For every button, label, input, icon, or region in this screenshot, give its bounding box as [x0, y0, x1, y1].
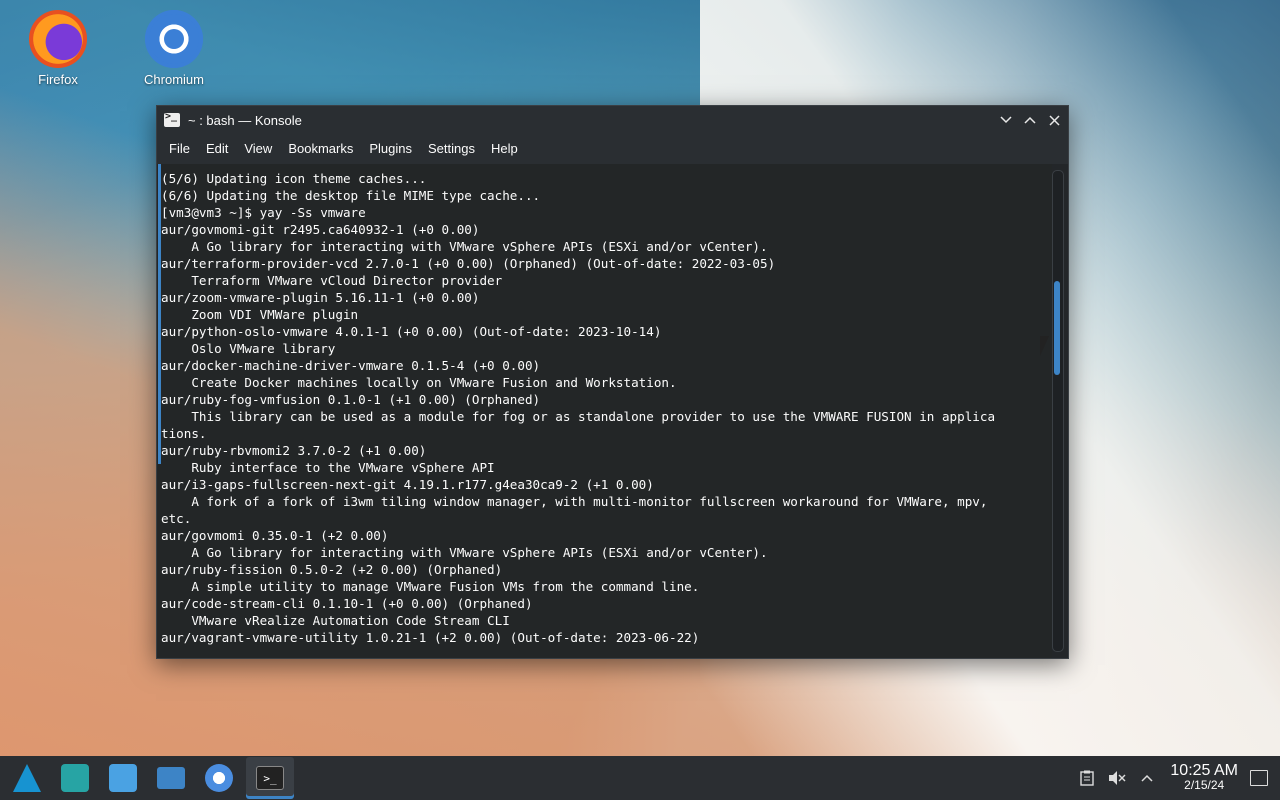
- terminal-line: [vm3@vm3 ~]$ yay -Ss vmware: [161, 205, 366, 220]
- task-file-manager[interactable]: [150, 757, 192, 799]
- menu-plugins[interactable]: Plugins: [361, 134, 420, 164]
- terminal-line: A fork of a fork of i3wm tiling window m…: [191, 494, 988, 509]
- menu-file[interactable]: File: [161, 134, 198, 164]
- terminal-line: (5/6) Updating icon theme caches...: [161, 171, 427, 186]
- terminal-line: tions.: [161, 426, 207, 441]
- task-discover[interactable]: [54, 757, 96, 799]
- terminal-line: VMware vRealize Automation Code Stream C…: [191, 613, 510, 628]
- konsole-window[interactable]: ~ : bash — Konsole File Edit View Bookma…: [156, 105, 1069, 659]
- terminal-output[interactable]: (5/6) Updating icon theme caches... (6/6…: [157, 164, 1052, 658]
- terminal-line: Ruby interface to the VMware vSphere API: [191, 460, 495, 475]
- window-titlebar[interactable]: ~ : bash — Konsole: [157, 106, 1068, 134]
- terminal-line: aur/govmomi 0.35.0-1 (+2 0.00): [161, 528, 389, 543]
- terminal-line: aur/terraform-provider-vcd 2.7.0-1 (+0 0…: [161, 256, 776, 271]
- terminal-line: Create Docker machines locally on VMware…: [191, 375, 677, 390]
- clock-date: 2/15/24: [1184, 778, 1225, 792]
- terminal-line: aur/ruby-fog-vmfusion 0.1.0-1 (+1 0.00) …: [161, 392, 541, 407]
- chromium-icon: [145, 10, 203, 68]
- close-button[interactable]: [1042, 108, 1066, 132]
- konsole-app-icon: [164, 111, 180, 127]
- desktop-icon-chromium[interactable]: Chromium: [129, 0, 219, 87]
- clock[interactable]: 10:25 AM 2/15/24: [1170, 763, 1238, 793]
- discover-wrench-icon: [61, 764, 89, 792]
- clock-time: 10:25 AM: [1170, 762, 1238, 779]
- window-title: ~ : bash — Konsole: [188, 112, 302, 128]
- terminal-line: aur/code-stream-cli 0.1.10-1 (+0 0.00) (…: [161, 596, 533, 611]
- terminal-line: aur/vagrant-vmware-utility 1.0.21-1 (+2 …: [161, 630, 700, 645]
- mouse-cursor-icon: [1040, 336, 1058, 356]
- task-store[interactable]: [102, 757, 144, 799]
- app-launcher-icon: [13, 764, 41, 792]
- volume-muted-icon[interactable]: [1105, 766, 1129, 790]
- chromium-icon: [205, 764, 233, 792]
- terminal-line: (6/6) Updating the desktop file MIME typ…: [161, 188, 541, 203]
- terminal-line: aur/govmomi-git r2495.ca640932-1 (+0 0.0…: [161, 222, 480, 237]
- show-desktop-button[interactable]: [1250, 770, 1268, 786]
- terminal-line: aur/zoom-vmware-plugin 5.16.11-1 (+0 0.0…: [161, 290, 480, 305]
- terminal-line: A Go library for interacting with VMware…: [191, 545, 768, 560]
- task-konsole[interactable]: >_: [246, 757, 294, 799]
- terminal-line: aur/ruby-rbvmomi2 3.7.0-2 (+1 0.00): [161, 443, 427, 458]
- minimize-button[interactable]: [994, 108, 1018, 132]
- terminal-scrollbar[interactable]: [1052, 170, 1064, 652]
- terminal-line: aur/i3-gaps-fullscreen-next-git 4.19.1.r…: [161, 477, 654, 492]
- chevron-up-icon: [1141, 774, 1153, 782]
- terminal-line: A Go library for interacting with VMware…: [191, 239, 768, 254]
- taskbar: >_ 10:25 AM 2/15/24: [0, 756, 1280, 800]
- konsole-icon: >_: [256, 766, 284, 790]
- terminal-line: etc.: [161, 511, 192, 526]
- terminal-line: Terraform VMware vCloud Director provide…: [191, 273, 503, 288]
- menu-help[interactable]: Help: [483, 134, 526, 164]
- terminal-line: Oslo VMware library: [191, 341, 336, 356]
- tray-expand-button[interactable]: [1135, 766, 1159, 790]
- system-tray: 10:25 AM 2/15/24: [1072, 763, 1280, 793]
- close-icon: [1048, 114, 1060, 126]
- desktop-icon-firefox[interactable]: Firefox: [13, 0, 103, 87]
- terminal-line: Zoom VDI VMWare plugin: [191, 307, 359, 322]
- app-launcher-button[interactable]: [6, 757, 48, 799]
- menu-edit[interactable]: Edit: [198, 134, 236, 164]
- terminal-line: aur/docker-machine-driver-vmware 0.1.5-4…: [161, 358, 541, 373]
- store-icon: [109, 764, 137, 792]
- menu-bookmarks[interactable]: Bookmarks: [280, 134, 361, 164]
- menu-settings[interactable]: Settings: [420, 134, 483, 164]
- terminal-line: aur/python-oslo-vmware 4.0.1-1 (+0 0.00)…: [161, 324, 662, 339]
- maximize-button[interactable]: [1018, 108, 1042, 132]
- chevron-up-icon: [1024, 116, 1036, 124]
- menu-view[interactable]: View: [236, 134, 280, 164]
- task-chromium[interactable]: [198, 757, 240, 799]
- firefox-icon: [29, 10, 87, 68]
- chevron-down-icon: [1000, 116, 1012, 124]
- terminal-line: A simple utility to manage VMware Fusion…: [191, 579, 700, 594]
- clipboard-icon[interactable]: [1075, 766, 1099, 790]
- terminal-marker: [158, 164, 161, 464]
- scrollbar-thumb[interactable]: [1054, 281, 1060, 375]
- desktop-icon-label: Firefox: [38, 72, 78, 87]
- menubar: File Edit View Bookmarks Plugins Setting…: [157, 134, 1068, 164]
- terminal-line: aur/ruby-fission 0.5.0-2 (+2 0.00) (Orph…: [161, 562, 503, 577]
- terminal-line: This library can be used as a module for…: [191, 409, 996, 424]
- terminal-text: (5/6) Updating icon theme caches... (6/6…: [157, 164, 1052, 646]
- desktop-icon-label: Chromium: [144, 72, 204, 87]
- file-manager-icon: [157, 767, 185, 789]
